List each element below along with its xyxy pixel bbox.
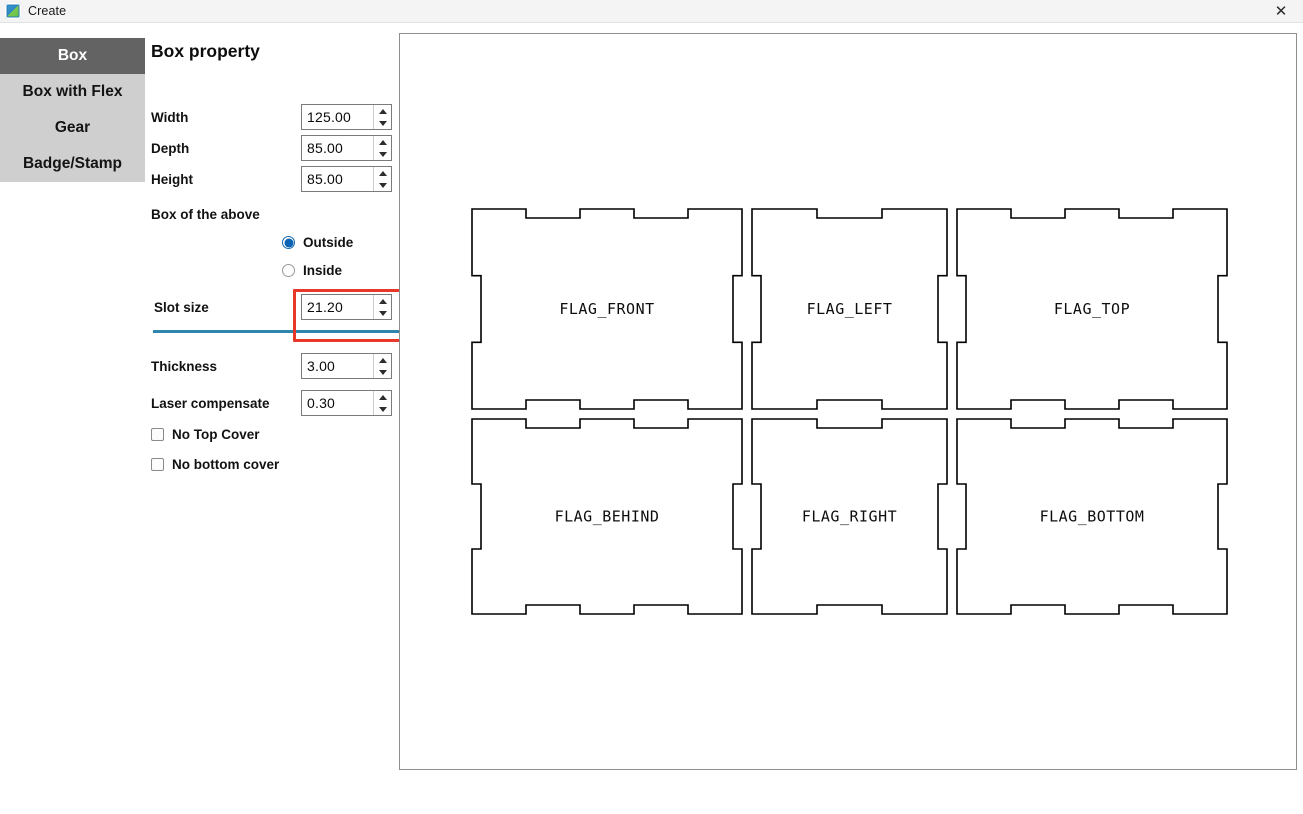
width-stepper-down[interactable]: [374, 117, 391, 129]
app-icon: [5, 3, 21, 19]
box-property-form: Box property Width 125.00 Depth 85.00 He…: [145, 33, 545, 770]
width-value: 125.00: [307, 109, 352, 125]
laser-compensate-stepper[interactable]: [373, 391, 391, 415]
box-panel-label: FLAG_BOTTOM: [1040, 508, 1145, 526]
caret-up-icon: [378, 139, 387, 145]
box-panel-label: FLAG_FRONT: [559, 300, 654, 318]
box-panel-label: FLAG_RIGHT: [802, 508, 897, 526]
box-panel-label: FLAG_LEFT: [807, 300, 893, 318]
depth-stepper-down[interactable]: [374, 148, 391, 160]
checkbox-icon: [151, 428, 164, 441]
caret-up-icon: [378, 298, 387, 304]
sidebar-item-label: Gear: [54, 119, 91, 136]
width-stepper[interactable]: [373, 105, 391, 129]
caret-down-icon: [378, 151, 387, 157]
radio-outside[interactable]: Outside: [282, 235, 353, 250]
slot-size-input[interactable]: 21.20: [301, 294, 392, 320]
height-stepper-down[interactable]: [374, 179, 391, 191]
thickness-input[interactable]: 3.00: [301, 353, 392, 379]
bottom-strip: [0, 770, 1303, 814]
radio-inside[interactable]: Inside: [282, 263, 342, 278]
box-layout-drawing: FLAG_FRONT FLAG_LEFT FLAG_TOP FLAG_BEHIND FL…: [400, 34, 1296, 769]
width-input[interactable]: 125.00: [301, 104, 392, 130]
window-title: Create: [28, 4, 67, 18]
caret-down-icon: [378, 182, 387, 188]
sidebar-item-badge-stamp[interactable]: Badge/Stamp: [0, 146, 145, 182]
height-input[interactable]: 85.00: [301, 166, 392, 192]
radio-inside-icon: [282, 264, 295, 277]
depth-stepper[interactable]: [373, 136, 391, 160]
thickness-stepper[interactable]: [373, 354, 391, 378]
height-label: Height: [151, 172, 193, 187]
depth-input[interactable]: 85.00: [301, 135, 392, 161]
slot-size-value: 21.20: [307, 299, 344, 315]
laser-compensate-value: 0.30: [307, 395, 336, 411]
sidebar-item-box-with-flex[interactable]: Box with Flex: [0, 74, 145, 110]
preview-canvas[interactable]: FLAG_FRONT FLAG_LEFT FLAG_TOP FLAG_BEHIND FL…: [399, 33, 1297, 770]
laser-compensate-stepper-up[interactable]: [374, 391, 391, 403]
width-stepper-up[interactable]: [374, 105, 391, 117]
height-value: 85.00: [307, 171, 344, 187]
laser-compensate-label: Laser compensate: [151, 396, 270, 411]
sidebar-item-box[interactable]: Box: [0, 38, 145, 74]
slot-size-stepper-up[interactable]: [374, 295, 391, 307]
caret-down-icon: [378, 406, 387, 412]
radio-outside-icon: [282, 236, 295, 249]
sidebar-item-gear[interactable]: Gear: [0, 110, 145, 146]
title-bar: Create ✕: [0, 0, 1303, 23]
category-sidebar: Box Box with Flex Gear Badge/Stamp: [0, 38, 145, 182]
caret-up-icon: [378, 394, 387, 400]
laser-compensate-stepper-down[interactable]: [374, 403, 391, 415]
width-label: Width: [151, 110, 189, 125]
caret-up-icon: [378, 108, 387, 114]
thickness-stepper-up[interactable]: [374, 354, 391, 366]
create-dialog: Create ✕ Box Box with Flex Gear Badge/St…: [0, 0, 1303, 814]
checkbox-no-bottom-cover[interactable]: No bottom cover: [151, 457, 279, 472]
checkbox-icon: [151, 458, 164, 471]
box-panel-label: FLAG_TOP: [1054, 300, 1130, 318]
sidebar-item-label: Box: [57, 47, 88, 64]
checkbox-no-top-cover[interactable]: No Top Cover: [151, 427, 260, 442]
radio-outside-label: Outside: [303, 235, 354, 250]
caret-down-icon: [378, 310, 387, 316]
sidebar-item-label: Box with Flex: [22, 83, 123, 100]
close-icon[interactable]: ✕: [1259, 0, 1303, 22]
slot-size-stepper-down[interactable]: [374, 307, 391, 319]
depth-value: 85.00: [307, 140, 344, 156]
thickness-value: 3.00: [307, 358, 336, 374]
caret-up-icon: [378, 170, 387, 176]
checkbox-no-top-cover-label: No Top Cover: [172, 427, 260, 442]
slot-size-stepper[interactable]: [373, 295, 391, 319]
height-stepper[interactable]: [373, 167, 391, 191]
caret-down-icon: [378, 120, 387, 126]
box-panel-label: FLAG_BEHIND: [555, 508, 660, 526]
depth-label: Depth: [151, 141, 190, 156]
laser-compensate-input[interactable]: 0.30: [301, 390, 392, 416]
depth-stepper-up[interactable]: [374, 136, 391, 148]
form-title: Box property: [151, 41, 260, 61]
box-of-the-above-label: Box of the above: [151, 207, 260, 222]
radio-inside-label: Inside: [303, 263, 343, 278]
thickness-label: Thickness: [151, 359, 218, 374]
thickness-stepper-down[interactable]: [374, 366, 391, 378]
height-stepper-up[interactable]: [374, 167, 391, 179]
sidebar-item-label: Badge/Stamp: [22, 155, 123, 172]
caret-down-icon: [378, 369, 387, 375]
caret-up-icon: [378, 357, 387, 363]
checkbox-no-bottom-cover-label: No bottom cover: [172, 457, 280, 472]
slot-size-label: Slot size: [154, 300, 209, 315]
